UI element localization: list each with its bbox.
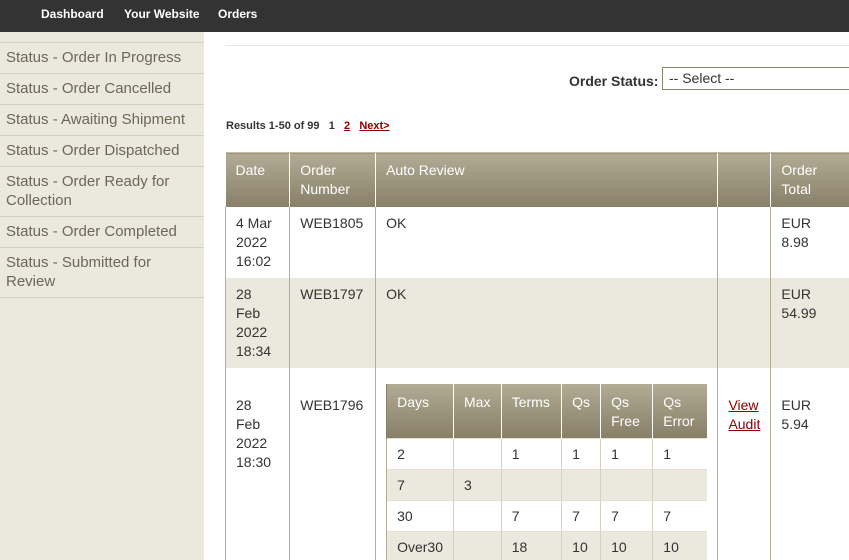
order-date: 28 Feb 2022 18:34 bbox=[224, 278, 290, 368]
order-total: EUR 54.99 bbox=[770, 278, 849, 368]
order-status-select[interactable]: -- Select -- bbox=[662, 67, 849, 90]
sidebar-item-ready-for-collection[interactable]: Status - Order Ready for Collection bbox=[0, 167, 204, 217]
sidebar-item-completed[interactable]: Status - Order Completed bbox=[0, 217, 204, 248]
review-table-header: Days Max Terms Qs Qs Free Qs Error bbox=[386, 384, 708, 439]
results-count: Results 1-50 of 99 bbox=[226, 120, 320, 132]
sidebar-item-awaiting-shipment[interactable]: Status - Awaiting Shipment bbox=[0, 105, 204, 136]
table-row: 28 Feb 2022 18:34 WEB1797 OK EUR 54.99 bbox=[224, 278, 849, 368]
review-cell bbox=[561, 469, 601, 501]
review-cell: 1 bbox=[500, 438, 562, 470]
order-date: 28 Feb 2022 18:30 bbox=[224, 368, 290, 560]
review-cell: 18 bbox=[500, 531, 562, 560]
review-cell: 3 bbox=[453, 469, 502, 501]
review-cell: Over30 bbox=[386, 531, 454, 560]
next-page-link[interactable]: Next> bbox=[359, 120, 389, 132]
sidebar-item-downloaded[interactable]: Downloaded bbox=[0, 32, 204, 43]
order-total: EUR 8.98 bbox=[770, 207, 849, 278]
review-cell bbox=[453, 531, 502, 560]
sidebar-item-cancelled[interactable]: Status - Order Cancelled bbox=[0, 74, 204, 105]
main-content: Order Status: -- Select -- Results 1-50 … bbox=[204, 32, 849, 560]
actions-cell bbox=[717, 207, 771, 278]
review-cell bbox=[600, 469, 653, 501]
review-row: 30 7 7 7 7 bbox=[386, 500, 708, 532]
review-cell: 7 bbox=[500, 500, 562, 532]
table-row: 28 Feb 2022 18:30 WEB1796 Days Max Terms bbox=[224, 368, 849, 560]
col-actions bbox=[717, 152, 771, 207]
review-cell bbox=[453, 500, 502, 532]
order-total: EUR 5.94 bbox=[770, 368, 849, 560]
sidebar-item-submitted-for-review[interactable]: Status - Submitted for Review bbox=[0, 248, 204, 298]
col-date[interactable]: Date bbox=[225, 152, 290, 207]
review-cell: 1 bbox=[600, 438, 653, 470]
auto-review-status: OK bbox=[375, 278, 718, 368]
auto-review-status: OK bbox=[375, 207, 718, 278]
nav-orders[interactable]: Orders bbox=[218, 0, 257, 32]
page-2-link[interactable]: 2 bbox=[344, 120, 350, 132]
divider bbox=[225, 45, 849, 46]
col-qs-free: Qs Free bbox=[600, 384, 653, 439]
col-order-total[interactable]: Order Total bbox=[770, 152, 849, 207]
col-qs: Qs bbox=[561, 384, 601, 439]
review-cell: 1 bbox=[561, 438, 601, 470]
review-cell bbox=[652, 469, 708, 501]
review-cell: 7 bbox=[386, 469, 454, 501]
col-days: Days bbox=[386, 384, 454, 439]
col-auto-review[interactable]: Auto Review bbox=[375, 152, 718, 207]
sidebar-item-dispatched[interactable]: Status - Order Dispatched bbox=[0, 136, 204, 167]
page-1-current: 1 bbox=[328, 120, 335, 132]
col-terms: Terms bbox=[500, 384, 562, 439]
review-row: 2 1 1 1 1 bbox=[386, 438, 708, 470]
review-cell: 10 bbox=[600, 531, 653, 560]
results-pagination: Results 1-50 of 99 1 2 Next> bbox=[226, 120, 390, 132]
review-row: Over30 18 10 10 10 bbox=[386, 531, 708, 560]
top-nav: Dashboard Your Website Orders bbox=[0, 0, 849, 32]
order-status-label: Order Status: bbox=[569, 73, 659, 89]
view-audit-link[interactable]: View Audit bbox=[728, 397, 760, 432]
col-order-number[interactable]: Order Number bbox=[289, 152, 376, 207]
auto-review-table: Days Max Terms Qs Qs Free Qs Error 2 1 1… bbox=[386, 384, 708, 560]
review-row: 7 3 bbox=[386, 469, 708, 501]
col-qs-error: Qs Error bbox=[652, 384, 708, 439]
order-number: WEB1797 bbox=[289, 278, 376, 368]
order-number: WEB1796 bbox=[289, 368, 376, 560]
order-number: WEB1805 bbox=[289, 207, 376, 278]
auto-review-cell: Days Max Terms Qs Qs Free Qs Error 2 1 1… bbox=[375, 368, 718, 560]
review-cell: 30 bbox=[386, 500, 454, 532]
review-cell bbox=[453, 438, 502, 470]
review-cell: 7 bbox=[600, 500, 653, 532]
review-cell: 7 bbox=[561, 500, 601, 532]
table-row: 4 Mar 2022 16:02 WEB1805 OK EUR 8.98 bbox=[224, 207, 849, 278]
order-date: 4 Mar 2022 16:02 bbox=[224, 207, 290, 278]
col-max: Max bbox=[453, 384, 502, 439]
review-cell: 10 bbox=[652, 531, 708, 560]
actions-cell: View Audit bbox=[717, 368, 771, 560]
review-cell: 7 bbox=[652, 500, 708, 532]
nav-dashboard[interactable]: Dashboard bbox=[41, 0, 104, 32]
sidebar-item-in-progress[interactable]: Status - Order In Progress bbox=[0, 43, 204, 74]
nav-your-website[interactable]: Your Website bbox=[124, 0, 200, 32]
review-cell bbox=[500, 469, 562, 501]
orders-table-header: Date Order Number Auto Review Order Tota… bbox=[225, 152, 849, 207]
orders-table: Date Order Number Auto Review Order Tota… bbox=[224, 152, 849, 560]
review-cell: 2 bbox=[386, 438, 454, 470]
review-cell: 10 bbox=[561, 531, 601, 560]
sidebar: Downloaded Status - Order In Progress St… bbox=[0, 32, 204, 560]
review-cell: 1 bbox=[652, 438, 708, 470]
actions-cell bbox=[717, 278, 771, 368]
